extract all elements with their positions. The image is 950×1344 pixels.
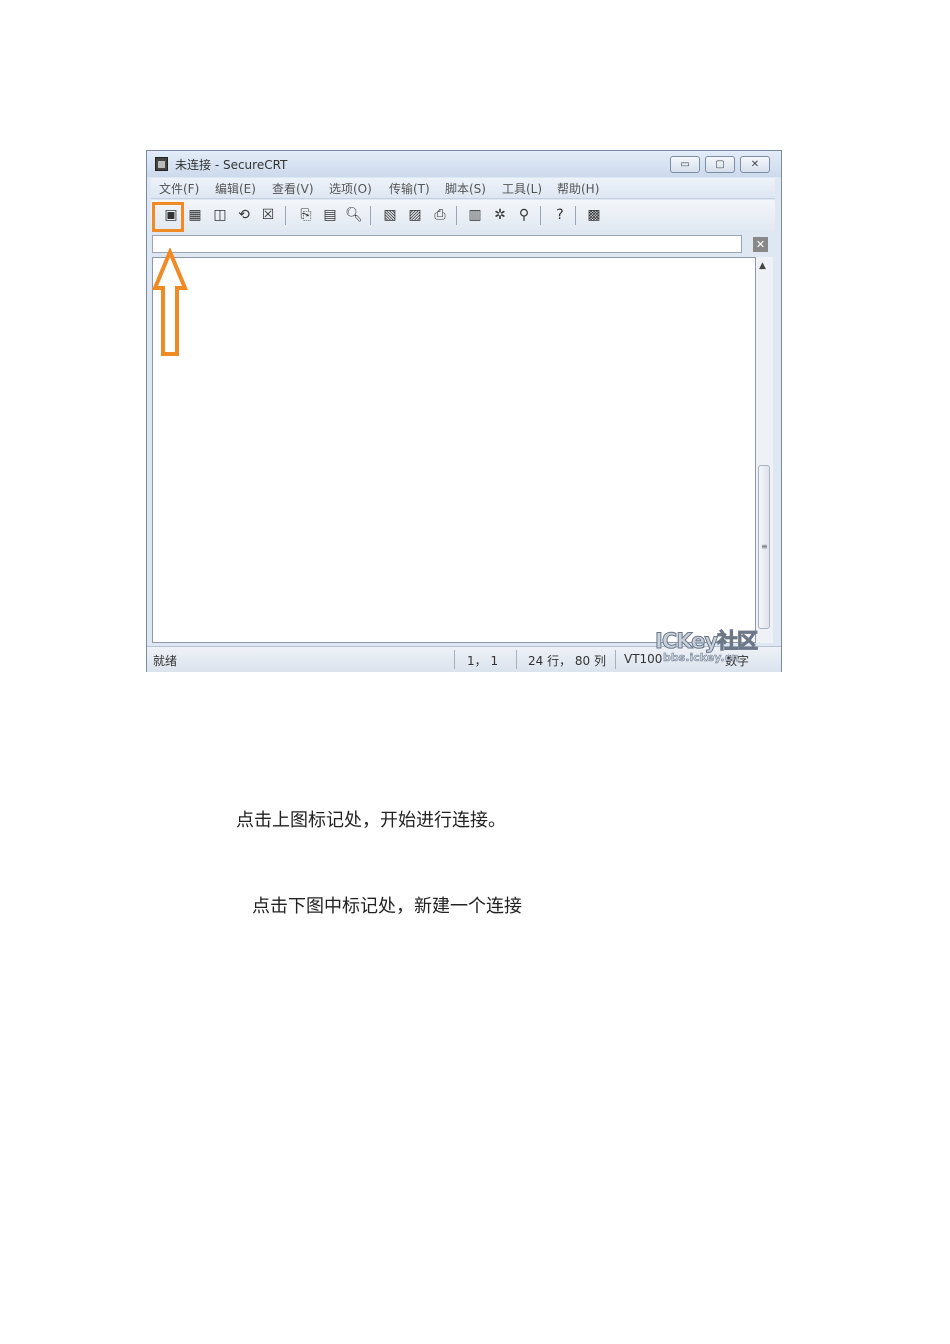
title-bar: 未连接 - SecureCRT ▭ ▢ ✕ (147, 151, 781, 177)
minimize-button[interactable]: ▭ (670, 156, 700, 173)
watermark-sub: bbs.ickey.cn (663, 651, 739, 665)
menu-bar: 文件(F) 编辑(E) 查看(V) 选项(O) 传输(T) 脚本(S) 工具(L… (151, 178, 775, 199)
menu-edit[interactable]: 编辑(E) (215, 180, 256, 197)
app-icon (155, 157, 168, 171)
menu-help[interactable]: 帮助(H) (557, 180, 599, 197)
keymap-icon[interactable]: ⚲ (515, 207, 533, 224)
status-separator (516, 650, 517, 669)
quick-connect-icon[interactable]: ▦ (186, 207, 204, 224)
toolbar: ▣ ▦ ◫ ⟲ ☒ ⎘ ▤ 🔍︎ ▧ ▨ ⎙ ▥ ✲ ⚲ ? ▩ (151, 200, 775, 230)
find-icon[interactable]: 🔍︎ (345, 207, 363, 224)
terminal-area[interactable] (152, 257, 756, 643)
cursor-position: 1， 1 (467, 654, 499, 668)
print-setup-icon[interactable]: ▧ (381, 207, 399, 224)
status-separator (615, 650, 616, 669)
print-selection-icon[interactable]: ▨ (406, 207, 424, 224)
paste-icon[interactable]: ▤ (321, 207, 339, 224)
maximize-button[interactable]: ▢ (705, 156, 735, 173)
scroll-up-arrow-icon[interactable]: ▲ (759, 261, 766, 271)
grip-icon: ≡ (761, 542, 768, 551)
connect-highlight-box (152, 202, 184, 232)
print-icon[interactable]: ⎙ (431, 207, 449, 224)
copy-icon[interactable]: ⎘ (297, 207, 315, 224)
reconnect-icon[interactable]: ⟲ (235, 207, 253, 224)
address-bar-close-button[interactable]: ✕ (753, 237, 768, 252)
caption-start-connect: 点击上图标记处，开始进行连接。 (236, 810, 506, 831)
menu-transfer[interactable]: 传输(T) (389, 180, 430, 197)
help-icon[interactable]: ? (551, 207, 569, 224)
log-icon[interactable]: ▩ (585, 207, 603, 224)
window-title: 未连接 - SecureCRT (175, 158, 288, 172)
menu-options[interactable]: 选项(O) (329, 180, 372, 197)
menu-tools[interactable]: 工具(L) (502, 180, 542, 197)
toolbar-separator (540, 206, 541, 225)
status-separator (454, 650, 455, 669)
address-bar[interactable] (152, 235, 742, 253)
session-options-icon[interactable]: ▥ (466, 207, 484, 224)
toolbar-separator (285, 206, 286, 225)
connect-in-tab-icon[interactable]: ◫ (211, 207, 229, 224)
menu-script[interactable]: 脚本(S) (445, 180, 486, 197)
watermark: ICKey社区 bbs.ickey.cn (654, 625, 779, 669)
global-options-icon[interactable]: ✲ (491, 207, 509, 224)
toolbar-separator (456, 206, 457, 225)
terminal-size: 24 行， 80 列 (528, 654, 606, 668)
toolbar-separator (575, 206, 576, 225)
scrollbar-thumb[interactable]: ≡ (758, 465, 770, 629)
close-button[interactable]: ✕ (740, 156, 770, 173)
disconnect-icon[interactable]: ☒ (259, 207, 277, 224)
status-text: 就绪 (153, 654, 178, 668)
toolbar-separator (370, 206, 371, 225)
menu-view[interactable]: 查看(V) (272, 180, 314, 197)
securecrt-window: 未连接 - SecureCRT ▭ ▢ ✕ 文件(F) 编辑(E) 查看(V) … (146, 150, 782, 672)
menu-file[interactable]: 文件(F) (159, 180, 199, 197)
caption-new-connection: 点击下图中标记处，新建一个连接 (252, 896, 522, 917)
vertical-scrollbar[interactable]: ▲ ≡ (756, 257, 773, 643)
up-arrow-annotation-icon (152, 248, 188, 356)
